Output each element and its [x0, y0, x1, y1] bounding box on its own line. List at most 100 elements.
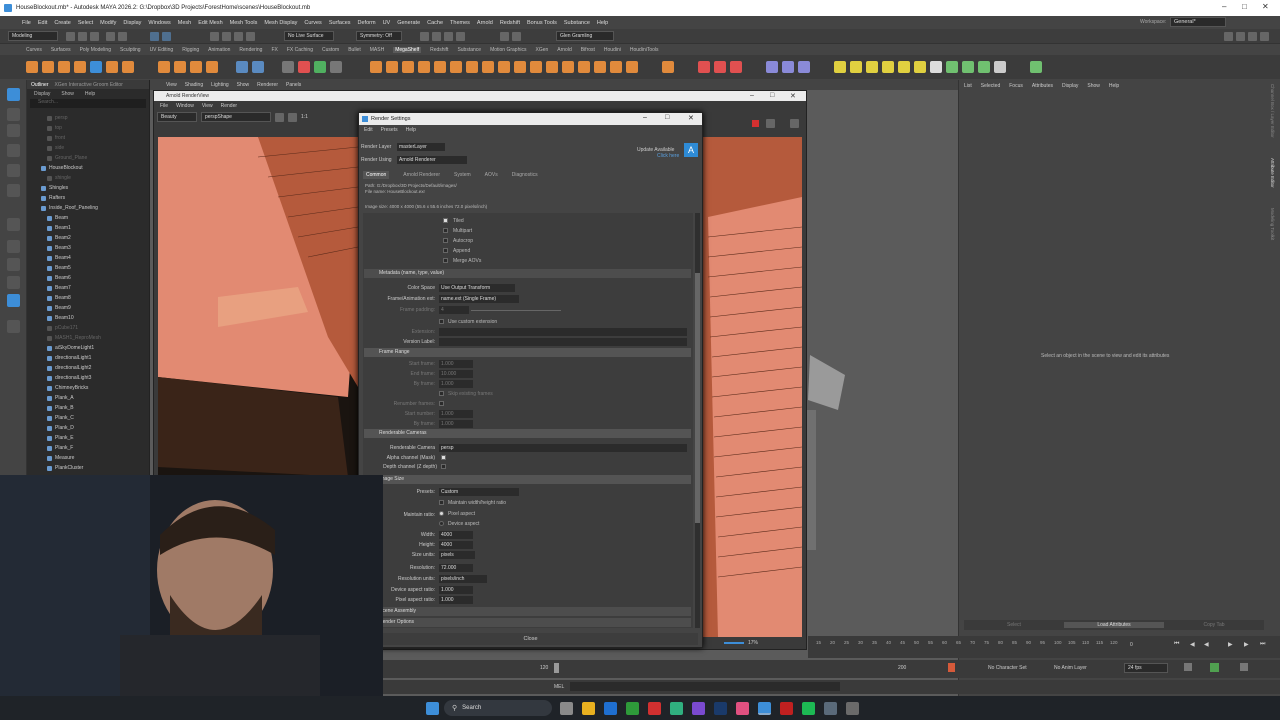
four-view-icon[interactable] [7, 258, 20, 271]
shelf-curve-icon[interactable] [236, 61, 248, 73]
outliner-item[interactable]: MASH1_ReproMesh [47, 333, 101, 343]
crop-icon[interactable] [275, 112, 284, 122]
paint-select-icon[interactable] [7, 124, 20, 137]
tab-xgen-groom-editor[interactable]: XGen Interactive Groom Editor [55, 82, 123, 88]
viewport-menu-item[interactable]: Lighting [211, 82, 229, 88]
outliner-item[interactable]: Plank_E [47, 433, 74, 443]
show-attribute-editor-icon[interactable] [1236, 32, 1245, 41]
outliner-item[interactable]: aiSkyDomeLight1 [47, 343, 94, 353]
outliner-item[interactable]: Shingles [41, 183, 68, 193]
viewport-menu-item[interactable]: Renderer [257, 82, 278, 88]
shelf-extrude-icon[interactable] [206, 61, 218, 73]
shelf-light-icon[interactable] [298, 61, 310, 73]
live-surface-field[interactable]: No Live Surface [284, 31, 334, 41]
outliner-item[interactable]: Beam8 [47, 293, 71, 303]
task-view-icon[interactable] [560, 702, 573, 715]
taskbar-search[interactable]: ⚲ Search [444, 700, 552, 716]
menu-item[interactable]: Modify [100, 20, 116, 26]
go-start-icon[interactable]: ⏮ [1174, 641, 1179, 648]
ipr-render-icon[interactable] [432, 32, 441, 41]
current-frame-field[interactable]: 0 [1130, 642, 1133, 648]
height-input[interactable]: 4000 [439, 541, 473, 549]
shelf-green-1-icon[interactable] [946, 61, 958, 73]
shelf-tab[interactable]: Animation [208, 47, 230, 53]
shelf-green-3-icon[interactable] [978, 61, 990, 73]
presets-select[interactable]: Custom [439, 488, 519, 496]
outliner-item[interactable]: Rafters [41, 193, 65, 203]
spotify-icon[interactable] [802, 702, 815, 715]
shelf-mirror-icon[interactable] [450, 61, 462, 73]
menu-item[interactable]: Display [123, 20, 141, 26]
snapshot-icon[interactable] [790, 119, 799, 128]
device-aspect-radio[interactable] [439, 521, 444, 526]
rs-scrollbar[interactable] [695, 213, 700, 628]
outliner-item[interactable]: ChimneyBricks [47, 383, 88, 393]
rs-menu-edit[interactable]: Edit [364, 127, 373, 133]
renderview-menu-item[interactable]: Window [176, 103, 194, 109]
redo-icon[interactable] [118, 32, 127, 41]
menu-item[interactable]: Deform [358, 20, 376, 26]
shelf-tab[interactable]: Rendering [239, 47, 262, 53]
shelf-torus-icon[interactable] [106, 61, 118, 73]
outliner-item[interactable]: Beam7 [47, 283, 71, 293]
frame-padding-input[interactable]: 4 [439, 306, 469, 314]
outliner-item[interactable]: Beam10 [47, 313, 74, 323]
shelf-target-weld-icon[interactable] [514, 61, 526, 73]
tab-aovs[interactable]: AOVs [485, 172, 498, 178]
shelf-red-3-icon[interactable] [730, 61, 742, 73]
frame-padding-slider[interactable] [471, 310, 561, 311]
renderview-menu-item[interactable]: View [202, 103, 213, 109]
outliner-item[interactable]: Beam4 [47, 253, 71, 263]
shelf-tab[interactable]: Custom [322, 47, 339, 53]
minimize-icon[interactable]: – [643, 114, 647, 121]
menu-item[interactable]: Arnold [477, 20, 493, 26]
metadata-section-header[interactable]: Metadata (name, type, value) [364, 269, 691, 278]
shelf-tab[interactable]: Motion Graphics [490, 47, 526, 53]
shelf-point-icon[interactable] [866, 61, 878, 73]
light-icon[interactable] [512, 32, 521, 41]
loop-icon[interactable] [1184, 663, 1192, 671]
maximize-icon[interactable]: □ [665, 114, 669, 121]
ae-menu-item[interactable]: Display [1062, 83, 1078, 89]
fps-select[interactable]: 24 fps [1124, 663, 1168, 673]
outliner-item[interactable]: Beam1 [47, 223, 71, 233]
append-checkbox[interactable] [443, 248, 448, 253]
shelf-combine-icon[interactable] [370, 61, 382, 73]
menu-item[interactable]: Edit Mesh [198, 20, 222, 26]
menu-item[interactable]: Mesh [178, 20, 191, 26]
show-channel-box-icon[interactable] [1224, 32, 1233, 41]
custom-extension-checkbox[interactable] [439, 319, 444, 324]
steam-icon[interactable] [714, 702, 727, 715]
tab-system[interactable]: System [454, 172, 471, 178]
outliner-item[interactable]: shingle [47, 173, 71, 183]
by-frame-input[interactable]: 1.000 [439, 380, 473, 388]
outliner-item[interactable]: top [47, 123, 62, 133]
tiled-checkbox[interactable] [443, 218, 448, 223]
viewport-menu-item[interactable]: Shading [185, 82, 203, 88]
outliner-item[interactable]: PlankCluster [47, 463, 83, 473]
shelf-tab[interactable]: UV Editing [150, 47, 174, 53]
command-input[interactable] [570, 682, 840, 691]
outliner-item[interactable]: front [47, 133, 65, 143]
pixel-aspect-ratio-input[interactable]: 1.000 [439, 596, 473, 604]
ae-copy-tab-button[interactable]: Copy Tab [1164, 622, 1264, 628]
maximize-icon[interactable]: □ [770, 92, 774, 99]
outliner-item[interactable]: Plank_D [47, 423, 74, 433]
refresh-icon[interactable] [766, 119, 775, 128]
shelf-wedge-icon[interactable] [578, 61, 590, 73]
ae-select-button[interactable]: Select [964, 622, 1064, 628]
start-number-input[interactable]: 1.000 [439, 410, 473, 418]
snap-view-icon[interactable] [246, 32, 255, 41]
app-red-2-icon[interactable] [780, 702, 793, 715]
shelf-tab[interactable]: Houdini [604, 47, 621, 53]
outliner-item[interactable]: Ground_Plane [47, 153, 87, 163]
select-hierarchy-icon[interactable] [150, 32, 159, 41]
shelf-sphere-icon[interactable] [26, 61, 38, 73]
outliner-item[interactable]: Inside_Roof_Paneling [41, 203, 98, 213]
shelf-loop-icon[interactable] [610, 61, 622, 73]
render-options-section-header[interactable]: Render Options [364, 618, 691, 627]
color-space-select[interactable]: Use Output Transform [439, 284, 515, 292]
shelf-tab[interactable]: Surfaces [51, 47, 71, 53]
outliner-menu-show[interactable]: Show [58, 91, 74, 97]
tab-diagnostics[interactable]: Diagnostics [512, 172, 538, 178]
